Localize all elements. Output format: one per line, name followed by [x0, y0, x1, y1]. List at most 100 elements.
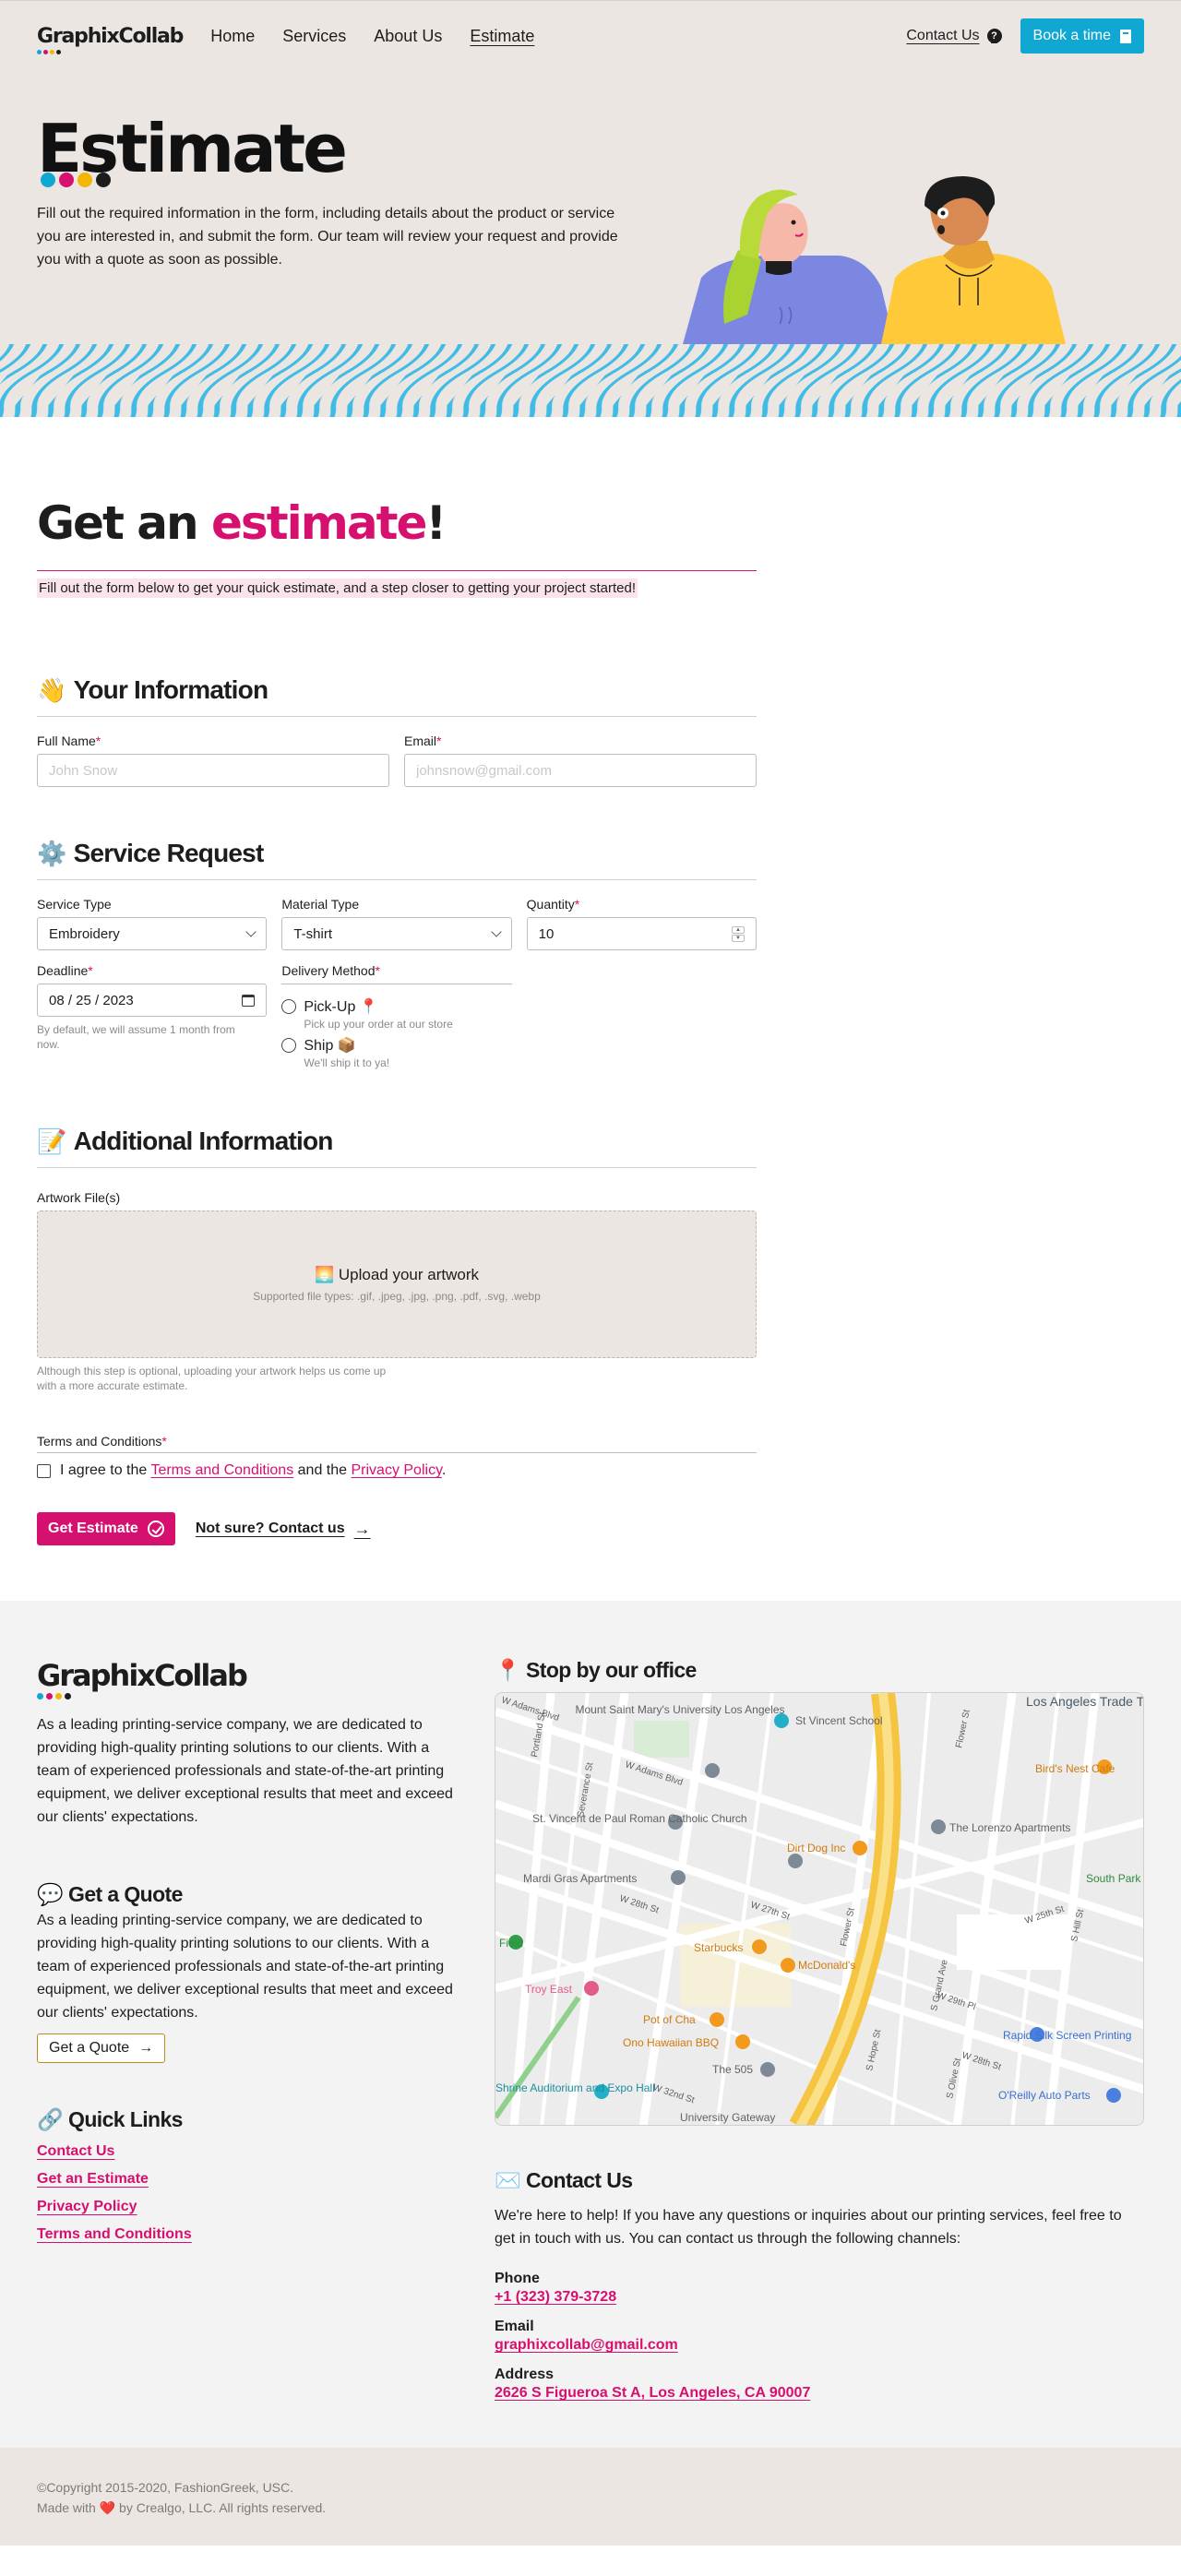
terms-text: I agree to the Terms and Conditions and … — [60, 1462, 447, 1478]
copyright-line: ©Copyright 2015-2020, FashionGreek, USC. — [37, 2480, 294, 2495]
map-label: Troy East — [525, 1983, 573, 1996]
map-label: Ono Hawaiian BBQ — [623, 2036, 719, 2049]
full-name-label: Full Name* — [37, 733, 101, 748]
office-map[interactable]: Mount Saint Mary's University Los Angele… — [495, 1692, 1144, 2126]
your-information-section: 👋 Your Information Full Name* Email* — [37, 675, 757, 787]
footer-logo[interactable]: GraphixCollab — [37, 1658, 248, 1699]
email-label: Email* — [404, 733, 442, 748]
full-name-field: Full Name* — [37, 733, 389, 787]
calendar-icon[interactable] — [242, 994, 256, 1007]
email-link[interactable]: graphixcollab@gmail.com — [495, 2337, 678, 2354]
deadline-value: 08 / 25 / 2023 — [49, 992, 134, 1008]
quick-link-privacy-policy[interactable]: Privacy Policy — [37, 2199, 461, 2215]
map-label: O'Reilly Auto Parts — [998, 2089, 1091, 2102]
title-dots — [41, 173, 111, 187]
nav-estimate[interactable]: Estimate — [470, 27, 534, 46]
quick-links-list: Contact Us Get an Estimate Privacy Polic… — [37, 2143, 461, 2243]
book-a-time-label: Book a time — [1032, 28, 1111, 43]
pickup-radio[interactable]: Pick-Up 📍 Pick up your order at our stor… — [281, 997, 511, 1031]
not-sure-contact-link[interactable]: Not sure? Contact us → — [196, 1520, 371, 1539]
map-label: St. Vincent de Paul Roman Catholic Churc… — [532, 1812, 747, 1825]
radio-circle[interactable] — [281, 1038, 297, 1053]
nav-about-us[interactable]: About Us — [374, 27, 442, 46]
full-name-input[interactable] — [37, 754, 389, 787]
service-row-1: Service Type Embroidery Material Type T-… — [37, 897, 757, 950]
map-label: The 505 — [712, 2063, 753, 2076]
nav-home[interactable]: Home — [210, 27, 255, 46]
map-label: University Gateway — [680, 2111, 775, 2124]
map-graphic[interactable]: Mount Saint Mary's University Los Angele… — [495, 1693, 1144, 2126]
terms-label: Terms and Conditions* — [37, 1434, 757, 1453]
wave-hand-icon: 👋 — [37, 675, 66, 704]
address-link[interactable]: 2626 S Figueroa St A, Los Angeles, CA 90… — [495, 2385, 810, 2402]
map-label: Field — [499, 1937, 523, 1950]
quick-link-contact-us[interactable]: Contact Us — [37, 2143, 461, 2160]
upload-file-types: Supported file types: .gif, .jpeg, .jpg,… — [253, 1290, 541, 1303]
material-type-select[interactable]: T-shirt — [281, 917, 512, 950]
deadline-label: Deadline* — [37, 963, 93, 978]
get-estimate-label: Get Estimate — [48, 1521, 138, 1536]
terms-checkbox[interactable] — [37, 1463, 51, 1478]
map-label: South Park - Doggiela — [1086, 1872, 1144, 1885]
contact-us-label: Contact Us — [906, 28, 980, 43]
get-a-quote-text: As a leading printing-service company, w… — [37, 1913, 453, 2021]
chevron-down-icon — [490, 926, 502, 937]
map-label: Los Angeles Trade Technical College — [1026, 1694, 1144, 1709]
check-circle-icon — [147, 1521, 164, 1537]
email-input[interactable] — [404, 754, 757, 787]
nav-links: Home Services About Us Estimate — [210, 27, 534, 46]
quantity-stepper[interactable]: 10 ▲ ▼ — [526, 917, 757, 950]
book-icon — [1120, 29, 1131, 43]
site-footer: GraphixCollab As a leading printing-serv… — [0, 1601, 1181, 2448]
quick-link-terms[interactable]: Terms and Conditions — [37, 2226, 461, 2243]
get-a-quote-heading: 💬 Get a Quote — [37, 1882, 183, 1906]
service-type-select[interactable]: Embroidery — [37, 917, 268, 950]
chevron-down-icon — [245, 926, 256, 937]
estimate-main: Get an estimate! Fill out the form below… — [0, 417, 1181, 1601]
deadline-hint: By default, we will assume 1 month from … — [37, 1023, 235, 1051]
hero-header: GraphixCollab Home Services About Us Est… — [0, 0, 1181, 417]
ship-hint: We'll ship it to ya! — [304, 1056, 390, 1069]
footer-about-text: As a leading printing-service company, w… — [37, 1717, 453, 1825]
privacy-link[interactable]: Privacy Policy — [351, 1462, 441, 1478]
map-label: St Vincent School — [795, 1714, 883, 1727]
quantity-field: Quantity* 10 ▲ ▼ — [526, 897, 757, 950]
delivery-method-field: Delivery Method* Pick-Up 📍 Pick up your … — [281, 963, 512, 1069]
ship-radio[interactable]: Ship 📦 We'll ship it to ya! — [281, 1036, 511, 1069]
additional-information-section: 📝 Additional Information Artwork File(s)… — [37, 1127, 757, 1545]
email-field: Email* — [404, 733, 757, 787]
artwork-upload-dropzone[interactable]: 🌅 Upload your artwork Supported file typ… — [37, 1210, 757, 1358]
get-a-quote-button[interactable]: Get a Quote → — [37, 2033, 166, 2063]
footer-logo-dots — [37, 1693, 71, 1699]
brand-logo[interactable]: GraphixCollab — [37, 24, 184, 54]
map-label: Pot of Cha — [643, 2013, 696, 2026]
form-lead-text: Fill out the form below to get your quic… — [37, 578, 638, 598]
map-label: Dirt Dog Inc — [787, 1842, 845, 1854]
quick-link-get-estimate[interactable]: Get an Estimate — [37, 2171, 461, 2188]
estimate-form: Get an estimate! Fill out the form below… — [37, 496, 757, 1545]
copyright-bar: ©Copyright 2015-2020, FashionGreek, USC.… — [0, 2448, 1181, 2546]
map-label: Mount Saint Mary's University Los Angele… — [575, 1703, 784, 1716]
get-estimate-button[interactable]: Get Estimate — [37, 1512, 175, 1545]
terms-link[interactable]: Terms and Conditions — [150, 1462, 293, 1478]
phone-link[interactable]: +1 (323) 379-3728 — [495, 2289, 616, 2306]
arrow-right-icon: → — [353, 1519, 371, 1538]
form-heading: Get an estimate! — [37, 496, 447, 550]
radio-circle[interactable] — [281, 999, 297, 1014]
deadline-date-input[interactable]: 08 / 25 / 2023 — [37, 984, 268, 1017]
contact-us-link[interactable]: Contact Us ? — [906, 28, 1002, 44]
nav-services[interactable]: Services — [282, 27, 346, 46]
phone-label: Phone — [495, 2271, 540, 2286]
brand-name: GraphixCollab — [37, 24, 184, 48]
your-information-heading: 👋 Your Information — [37, 675, 757, 717]
stepper-arrows-icon[interactable]: ▲ ▼ — [731, 925, 745, 942]
empty-field — [527, 963, 757, 1069]
book-a-time-button[interactable]: Book a time — [1020, 18, 1144, 54]
heading-divider — [37, 570, 757, 571]
material-type-label: Material Type — [281, 897, 360, 912]
gear-icon: ⚙️ — [37, 839, 66, 867]
additional-information-heading: 📝 Additional Information — [37, 1127, 757, 1168]
top-nav: GraphixCollab Home Services About Us Est… — [37, 18, 1144, 54]
artwork-label: Artwork File(s) — [37, 1190, 121, 1205]
footer-left-column: GraphixCollab As a leading printing-serv… — [37, 1658, 461, 2402]
